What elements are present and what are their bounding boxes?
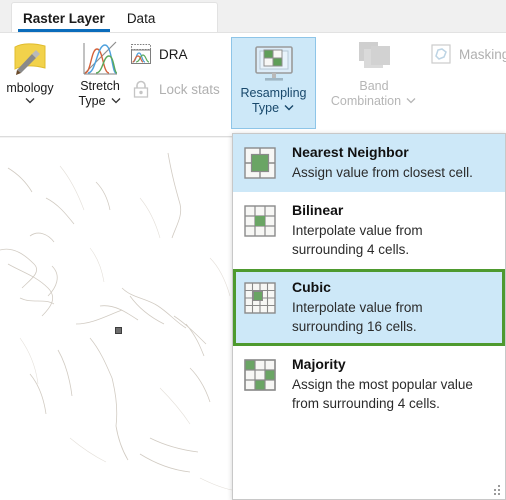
- tab-data-label: Data: [126, 10, 156, 26]
- tab-raster-layer-label: Raster Layer: [23, 10, 105, 26]
- dra-button-label: DRA: [159, 46, 188, 62]
- masking-button-label: Masking: [459, 46, 506, 62]
- menu-item-title: Cubic: [292, 279, 331, 295]
- tab-data[interactable]: Data: [116, 3, 167, 34]
- stretch-type-button[interactable]: Stretch Type: [62, 37, 138, 108]
- chevron-down-icon[interactable]: [24, 96, 36, 105]
- stretch-type-icon: [79, 37, 121, 79]
- tab-group: Raster Layer Data: [11, 2, 218, 33]
- menu-item-title: Nearest Neighbor: [292, 144, 409, 160]
- menu-item-bilinear[interactable]: Bilinear Interpolate value from surround…: [233, 192, 505, 269]
- application-window: Raster Layer Data mbology Stretch Type D…: [0, 0, 506, 500]
- grid-3x3-majority-icon: [243, 355, 281, 413]
- resampling-monitor-icon: [251, 44, 297, 86]
- masking-icon: [430, 43, 452, 65]
- lock-stats-button: Lock stats: [130, 78, 220, 100]
- lock-icon: [130, 78, 152, 100]
- chevron-down-icon[interactable]: [283, 103, 295, 112]
- grid-4x4-icon: [243, 278, 281, 336]
- resampling-type-label-line1: Resampling: [240, 86, 307, 100]
- tab-raster-layer[interactable]: Raster Layer: [12, 3, 116, 34]
- menu-item-description: Interpolate value from surrounding 16 ce…: [292, 300, 423, 334]
- grid-2x2-center-icon: [243, 143, 281, 182]
- grid-3x3-center-icon: [243, 201, 281, 259]
- masking-button: Masking: [430, 43, 506, 65]
- chevron-down-icon[interactable]: [110, 96, 122, 105]
- menu-item-title: Bilinear: [292, 202, 344, 218]
- ribbon-tab-bar: Raster Layer Data: [0, 0, 506, 33]
- symbology-button-label: mbology: [6, 81, 54, 95]
- menu-item-description: Interpolate value from surrounding 4 cel…: [292, 223, 423, 257]
- symbology-icon: [8, 37, 52, 81]
- dra-icon: [130, 43, 152, 65]
- band-combination-label-line1: Band: [359, 79, 389, 93]
- ribbon: mbology Stretch Type DRA Lock stats Resa…: [0, 33, 506, 165]
- menu-item-majority[interactable]: Majority Assign the most popular value f…: [233, 346, 505, 423]
- stretch-type-label-line1: Stretch: [80, 79, 120, 93]
- menu-item-nearest-neighbor[interactable]: Nearest Neighbor Assign value from close…: [233, 134, 505, 192]
- band-combination-icon: [352, 37, 396, 79]
- map-point-marker[interactable]: [115, 327, 122, 334]
- menu-item-title: Majority: [292, 356, 346, 372]
- lock-stats-label: Lock stats: [159, 81, 220, 97]
- stretch-type-label-line2: Type: [78, 93, 106, 108]
- resize-grip[interactable]: [491, 485, 500, 495]
- resampling-type-dropdown: Nearest Neighbor Assign value from close…: [232, 133, 506, 500]
- resampling-type-button[interactable]: Resampling Type: [231, 37, 316, 129]
- band-combination-label-line2: Combination: [330, 93, 402, 108]
- menu-item-description: Assign value from closest cell.: [292, 165, 473, 180]
- resampling-type-label-line2: Type: [251, 100, 280, 115]
- dra-button[interactable]: DRA: [130, 43, 188, 65]
- chevron-down-icon: [405, 96, 417, 105]
- band-combination-button: Band Combination: [330, 37, 418, 108]
- menu-item-cubic[interactable]: Cubic Interpolate value from surrounding…: [233, 269, 505, 346]
- menu-item-description: Assign the most popular value from surro…: [292, 377, 473, 411]
